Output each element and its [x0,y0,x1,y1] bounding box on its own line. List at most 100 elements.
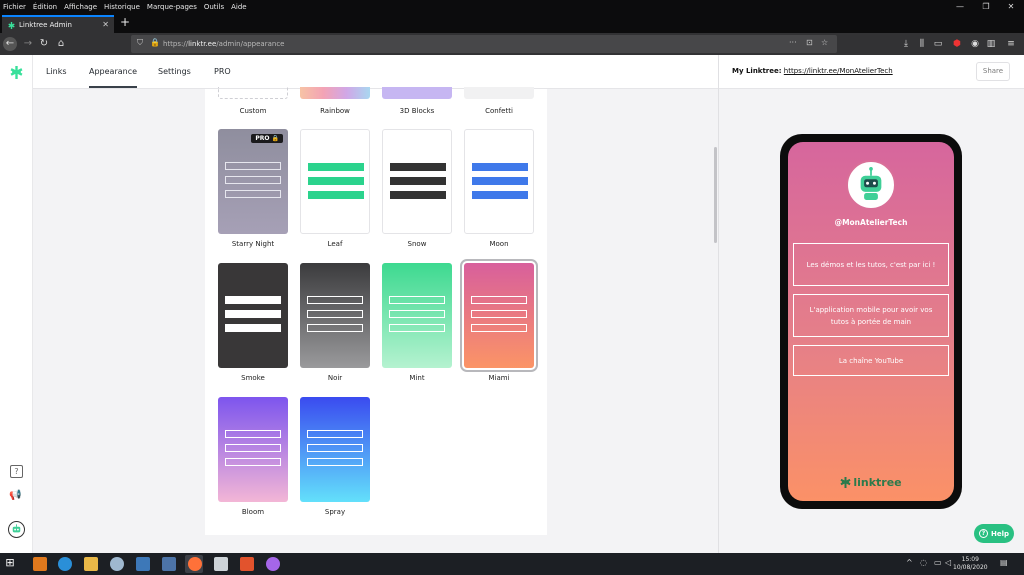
notifications-icon[interactable]: ▤ [1000,558,1008,567]
account-icon[interactable]: ◉ [969,37,981,51]
minimize-icon[interactable]: — [948,0,972,13]
theme-preview-bar [225,444,281,452]
volume-icon[interactable]: ◁ [945,558,951,567]
tab-links[interactable]: Links [46,67,67,76]
help-button[interactable]: ? Help [974,524,1014,543]
preview-link-1[interactable]: Les démos et les tutos, c'est par ici ! [793,243,949,286]
windows-start-icon[interactable]: ⊞ [3,556,17,570]
adblock-icon[interactable]: ⬢ [951,37,963,51]
my-linktree-url[interactable]: https://linktr.ee/MonAtelierTech [784,67,893,75]
extension-icon[interactable]: ▥ [985,37,997,51]
clock-time: 15:09 [961,556,979,563]
edge-app-icon[interactable] [58,557,72,571]
theme-label-smoke: Smoke [241,374,265,382]
url-bar[interactable]: ⛉ 🔒 https://linktr.ee/admin/appearance ·… [131,35,837,53]
theme-tile-leaf[interactable] [300,129,370,234]
left-rail: ? 📢 [0,55,33,553]
theme-preview-bar [308,191,364,199]
theme-preview-bar [471,296,527,304]
theme-label-starry-night: Starry Night [231,240,275,248]
window-close-icon[interactable]: ✕ [999,0,1023,13]
sidebar-icon[interactable]: ▭ [932,37,944,51]
share-button[interactable]: Share [976,62,1010,81]
theme-tile-moon[interactable] [464,129,534,234]
help-question-icon[interactable]: ? [10,465,23,478]
admin-top-nav: Links Appearance Settings PRO [33,55,718,89]
menu-marque-pages[interactable]: Marque-pages [144,3,201,11]
robot-avatar-icon [12,524,21,533]
theme-tile-confetti[interactable] [464,87,534,99]
theme-tile-miami[interactable] [460,259,538,372]
theme-tile-custom[interactable] [218,87,288,99]
theme-tile-noir[interactable] [300,263,370,368]
linktree-footer-logo[interactable]: linktree [788,476,954,489]
menu-edition[interactable]: Édition [30,3,61,11]
menu-historique[interactable]: Historique [101,3,144,11]
help-icon: ? [978,529,988,538]
theme-preview-bar [225,296,281,304]
menu-affichage[interactable]: Affichage [61,3,101,11]
theme-tile-mint[interactable] [382,263,452,368]
scrollbar-thumb[interactable] [714,147,717,243]
theme-tile-spray[interactable] [300,397,370,502]
footer-brand-text: linktree [853,476,902,489]
theme-label-confetti: Confetti [485,107,513,115]
preview-link-2[interactable]: L'application mobile pour avoir vos tuto… [793,294,949,337]
drive-app-icon[interactable] [110,557,124,571]
page-actions-icon[interactable]: ··· [789,38,797,47]
pocket-icon[interactable]: ⊡ [806,38,813,47]
theme-preview-bar [389,310,445,318]
firefox-app-icon[interactable] [188,557,202,571]
theme-tile-bloom[interactable] [218,397,288,502]
theme-tile-smoke[interactable] [218,263,288,368]
linktree-logo-icon[interactable] [10,66,23,79]
lock-icon: 🔒 [150,38,160,47]
taskbar-clock[interactable]: 15:09 10/08/2020 [953,556,988,572]
tab-pro[interactable]: PRO [214,67,231,76]
theme-tile-3d-blocks[interactable] [382,87,452,99]
xampp-app-icon[interactable] [33,557,47,571]
menu-aide[interactable]: Aide [228,3,250,11]
shield-icon[interactable]: ⛉ [137,38,143,48]
g-app-icon[interactable] [240,557,254,571]
browser-tab[interactable]: Linktree Admin ✕ [2,15,114,33]
tab-appearance[interactable]: Appearance [89,67,138,88]
theme-tile-snow[interactable] [382,129,452,234]
theme-label-noir: Noir [327,374,343,382]
tray-chevron-icon[interactable]: ^ [906,558,913,567]
restore-icon[interactable]: ❐ [974,0,998,13]
home-icon[interactable]: ⌂ [54,37,68,51]
theme-preview-bar [225,176,281,184]
library-icon[interactable]: ⫼ [916,37,928,51]
theme-tile-rainbow[interactable] [300,87,370,99]
preview-link-3[interactable]: La chaîne YouTube [793,345,949,376]
tab-close-icon[interactable]: ✕ [102,20,109,29]
theme-preview-bar [307,296,363,304]
file-explorer-icon[interactable] [84,557,98,571]
reload-icon[interactable]: ↻ [37,37,51,51]
themes-scroll-area[interactable]: Custom Rainbow 3D Blocks Confetti PRO 🔒 S… [33,87,718,553]
forward-icon[interactable]: → [21,37,35,51]
document-app-icon[interactable] [214,557,228,571]
user-avatar[interactable] [8,521,25,538]
bookmark-star-icon[interactable]: ☆ [821,38,828,47]
purple-app-icon[interactable] [266,557,280,571]
profile-avatar [846,160,896,210]
back-icon[interactable]: ← [3,37,17,51]
display-icon[interactable]: ▭ [934,558,942,567]
new-tab-icon[interactable]: + [120,15,130,29]
downloads-icon[interactable]: ⤓ [900,37,912,51]
announcements-megaphone-icon[interactable]: 📢 [9,490,21,501]
hamburger-menu-icon[interactable]: ≡ [1005,37,1017,51]
theme-preview-bar [307,310,363,318]
network-icon[interactable]: ◌ [920,558,927,567]
calculator-app-icon[interactable] [162,557,176,571]
tab-settings[interactable]: Settings [158,67,191,76]
menu-outils[interactable]: Outils [201,3,228,11]
menu-fichier[interactable]: Fichier [0,3,30,11]
linktree-logo-icon [840,477,851,488]
menu-bar: Fichier Édition Affichage Historique Mar… [0,0,1024,13]
phone-preview: @MonAtelierTech Les démos et les tutos, … [780,134,962,509]
notepad-app-icon[interactable] [136,557,150,571]
theme-tile-starry-night[interactable]: PRO 🔒 [218,129,288,234]
